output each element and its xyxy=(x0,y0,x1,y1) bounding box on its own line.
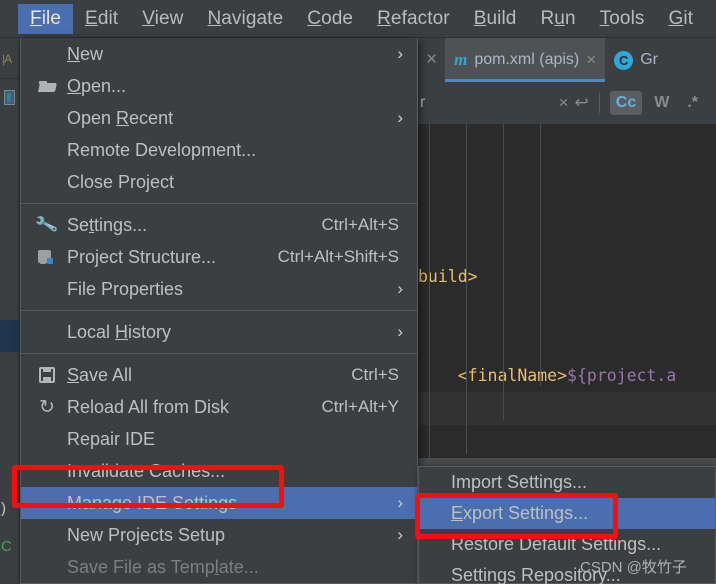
menubar-item-tools[interactable]: Tools xyxy=(588,4,657,34)
menubar-item-edit[interactable]: Edit xyxy=(73,4,130,34)
chevron-right-icon: › xyxy=(397,525,403,544)
menubar-item-build[interactable]: Build xyxy=(462,4,529,34)
menu-separator xyxy=(21,203,417,204)
regex-toggle[interactable]: .* xyxy=(681,91,704,115)
code-editor[interactable]: build> <finalName>${project.a <plugins> … xyxy=(418,124,716,504)
close-icon[interactable]: × xyxy=(559,93,569,113)
green-glyph-icon: C xyxy=(1,538,12,555)
none-icon xyxy=(37,557,57,577)
editor-tab-label: Gr xyxy=(640,51,658,68)
menu-shortcut: Ctrl+Alt+S xyxy=(321,215,399,234)
menu-item-remote-development[interactable]: Remote Development... xyxy=(21,134,417,166)
chevron-right-icon: › xyxy=(397,279,403,298)
match-case-toggle[interactable]: Cc xyxy=(609,91,643,115)
stripe-active-band xyxy=(0,320,20,352)
menubar-item-file[interactable]: File xyxy=(18,3,74,34)
stripe-divider xyxy=(0,78,20,79)
menu-item-new-projects-setup[interactable]: New Projects Setup › xyxy=(21,519,417,551)
none-icon xyxy=(37,525,57,545)
code-selection-band xyxy=(418,392,716,425)
close-icon[interactable]: × xyxy=(418,49,445,71)
project-structure-icon xyxy=(37,247,57,267)
menu-item-save-file-as-template: Save File as Template... xyxy=(21,551,417,583)
wrench-icon: 🔧 xyxy=(34,212,60,237)
editor-tab-label: pom.xml (apis) xyxy=(474,51,580,68)
menu-shortcut: Ctrl+Alt+Shift+S xyxy=(277,247,399,266)
editor-tab-gr[interactable]: C Gr xyxy=(605,38,667,82)
maven-icon: m xyxy=(454,50,468,69)
ide-window: File Edit View Navigate Code Refactor Bu… xyxy=(0,0,716,584)
menu-item-reload-all-from-disk[interactable]: ↻ Reload All from Disk Ctrl+Alt+Y xyxy=(21,391,417,423)
menubar-item-navigate[interactable]: Navigate xyxy=(195,4,295,34)
code-line: <finalName>${project.a xyxy=(418,366,677,385)
project-tree-text: |A xyxy=(2,52,12,66)
find-input[interactable]: r xyxy=(418,94,425,112)
menu-item-invalidate-caches[interactable]: Invalidate Caches... xyxy=(21,455,417,487)
folder-icon xyxy=(37,76,57,96)
menubar-item-code[interactable]: Code xyxy=(295,4,365,34)
menu-item-repair-ide[interactable]: Repair IDE xyxy=(21,423,417,455)
chevron-right-icon: › xyxy=(397,322,403,341)
chevron-right-icon: › xyxy=(397,44,403,63)
none-icon xyxy=(37,493,57,513)
code-line: build> xyxy=(418,267,478,286)
watermark: CSDN @牧竹子 xyxy=(580,559,687,576)
menu-item-file-properties[interactable]: File Properties › xyxy=(21,273,417,305)
menu-item-open[interactable]: Open... xyxy=(21,70,417,102)
main-menu-bar: File Edit View Navigate Code Refactor Bu… xyxy=(0,0,716,38)
save-icon xyxy=(37,365,57,385)
menu-item-manage-ide-settings[interactable]: Manage IDE Settings › xyxy=(21,487,417,519)
none-icon xyxy=(37,172,57,192)
submenu-item-import-settings[interactable]: Import Settings... xyxy=(419,467,715,498)
menubar-item-git[interactable]: Git xyxy=(657,4,706,34)
none-icon xyxy=(37,279,57,299)
none-icon xyxy=(37,44,57,64)
menu-shortcut: Ctrl+Alt+Y xyxy=(321,397,399,416)
wrap-around-icon[interactable]: ↩ xyxy=(575,93,589,113)
menubar-item-file-label: ile xyxy=(41,7,62,29)
close-icon[interactable]: × xyxy=(586,50,596,70)
menubar-item-window[interactable]: Window xyxy=(705,4,716,34)
chevron-right-icon: › xyxy=(397,493,403,512)
bracket-glyph-icon: ) xyxy=(1,500,6,517)
none-icon xyxy=(37,140,57,160)
whole-words-toggle[interactable]: W xyxy=(648,91,675,115)
reload-icon: ↻ xyxy=(39,396,55,418)
submenu-item-export-settings[interactable]: Export Settings... xyxy=(419,498,715,529)
menu-item-close-project[interactable]: Close Project xyxy=(21,166,417,198)
menubar-item-refactor[interactable]: Refactor xyxy=(365,4,462,34)
chevron-right-icon: › xyxy=(397,108,403,127)
menu-shortcut: Ctrl+S xyxy=(351,365,399,384)
module-icon[interactable] xyxy=(4,90,15,105)
menubar-item-view[interactable]: View xyxy=(130,4,195,34)
menu-item-local-history[interactable]: Local History › xyxy=(21,316,417,348)
none-icon xyxy=(37,108,57,128)
editor-tab-pom-xml[interactable]: m pom.xml (apis) × xyxy=(445,38,606,82)
none-icon xyxy=(37,322,57,342)
toolbar-divider xyxy=(598,93,600,113)
menu-item-save-all[interactable]: Save All Ctrl+S xyxy=(21,359,417,391)
menu-separator xyxy=(21,310,417,311)
menu-item-settings[interactable]: 🔧 Settings... Ctrl+Alt+S xyxy=(21,209,417,241)
find-toolbar: r × ↩ Cc W .* xyxy=(418,82,716,124)
menubar-item-run[interactable]: Run xyxy=(528,4,587,34)
none-icon xyxy=(37,461,57,481)
menu-item-project-structure[interactable]: Project Structure... Ctrl+Alt+Shift+S xyxy=(21,241,417,273)
file-dropdown-menu: New › Open... Open Recent › Remote Devel… xyxy=(20,38,418,584)
editor-tab-bar: × m pom.xml (apis) × C Gr xyxy=(418,38,716,82)
none-icon xyxy=(37,429,57,449)
menu-item-open-recent[interactable]: Open Recent › xyxy=(21,102,417,134)
left-tool-stripe: |A ) C C xyxy=(0,38,20,584)
menu-item-new[interactable]: New › xyxy=(21,38,417,70)
menu-separator xyxy=(21,353,417,354)
class-icon: C xyxy=(614,50,634,70)
